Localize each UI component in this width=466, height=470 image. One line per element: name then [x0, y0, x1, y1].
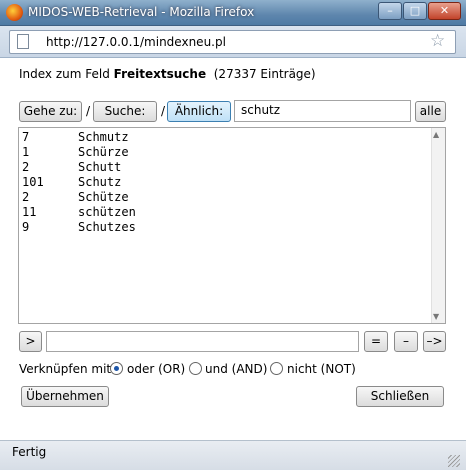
list-item[interactable]: 7 Schmutz	[22, 130, 129, 145]
entry-count: 9	[22, 220, 30, 234]
list-item[interactable]: 11 schützen	[22, 205, 136, 220]
firefox-icon	[6, 4, 23, 21]
status-text: Fertig	[12, 445, 47, 459]
radio-or[interactable]	[110, 362, 123, 375]
minimize-button[interactable]: –	[378, 2, 402, 20]
index-field-name: Freitextsuche	[113, 67, 207, 81]
url-text[interactable]: http://127.0.0.1/mindexneu.pl	[46, 35, 226, 49]
entry-term: Schutzes	[78, 220, 136, 234]
radio-not[interactable]	[270, 362, 283, 375]
maximize-button[interactable]: □	[403, 2, 427, 20]
radio-and[interactable]	[189, 362, 202, 375]
combine-label: Verknüpfen mit	[19, 362, 112, 376]
entry-count: 7	[22, 130, 30, 144]
entry-count: 11	[22, 205, 37, 219]
equals-button[interactable]: =	[364, 331, 388, 352]
entry-term: Schürze	[78, 145, 129, 159]
list-item[interactable]: 2 Schutt	[22, 160, 121, 175]
entry-term: schützen	[78, 205, 136, 219]
entry-count: 101	[22, 175, 44, 189]
scroll-up-icon[interactable]: ▲	[433, 130, 439, 139]
search-button[interactable]: Suche:	[93, 101, 157, 122]
entry-count: 2	[22, 160, 30, 174]
arrow-button[interactable]: –>	[423, 331, 446, 352]
apply-button[interactable]: Übernehmen	[21, 386, 109, 407]
entry-term: Schütze	[78, 190, 129, 204]
index-prefix: Index zum Feld	[19, 67, 110, 81]
separator: /	[86, 104, 91, 118]
combined-terms-input[interactable]	[46, 331, 359, 352]
scroll-down-icon[interactable]: ▼	[433, 312, 439, 321]
radio-or-label[interactable]: oder (OR)	[127, 362, 185, 376]
all-button[interactable]: alle	[415, 101, 446, 122]
entry-term: Schutt	[78, 160, 122, 174]
add-term-button[interactable]: >	[19, 331, 42, 352]
index-entry-count: (27337 Einträge)	[213, 67, 316, 81]
index-heading: Index zum Feld Freitextsuche (27337 Eint…	[19, 67, 316, 81]
list-item[interactable]: 9 Schutzes	[22, 220, 136, 235]
entry-count: 2	[22, 190, 30, 204]
similar-button[interactable]: Ähnlich:	[167, 101, 231, 122]
entry-term: Schmutz	[78, 130, 129, 144]
resize-grip-icon[interactable]	[448, 455, 460, 467]
entry-count: 1	[22, 145, 30, 159]
close-button[interactable]: Schließen	[356, 386, 444, 407]
radio-not-label[interactable]: nicht (NOT)	[287, 362, 356, 376]
star-icon[interactable]: ☆	[430, 31, 445, 51]
list-item[interactable]: 101 Schutz	[22, 175, 121, 190]
page-icon	[17, 34, 29, 49]
entry-term: Schutz	[78, 175, 122, 189]
minus-button[interactable]: –	[394, 331, 418, 352]
separator: /	[161, 104, 166, 118]
close-window-button[interactable]: ✕	[428, 2, 461, 20]
list-item[interactable]: 2 Schütze	[22, 190, 129, 205]
radio-and-label[interactable]: und (AND)	[205, 362, 267, 376]
search-input[interactable]: schutz	[234, 100, 411, 122]
window-title: MIDOS-WEB-Retrieval - Mozilla Firefox	[28, 5, 255, 19]
results-scrollbar[interactable]	[431, 128, 445, 323]
list-item[interactable]: 1 Schürze	[22, 145, 129, 160]
goto-button[interactable]: Gehe zu:	[19, 101, 82, 122]
status-bar	[0, 440, 466, 470]
